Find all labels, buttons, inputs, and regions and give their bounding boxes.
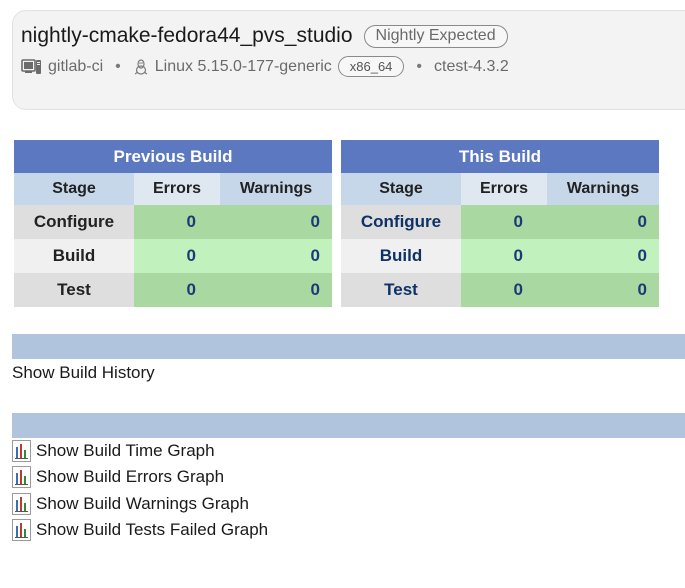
column-header-stage: Stage [14, 173, 134, 205]
column-header-warnings: Warnings [220, 173, 332, 205]
test-errors[interactable]: 0 [134, 273, 220, 307]
build-warnings[interactable]: 0 [220, 239, 332, 273]
column-header-warnings: Warnings [547, 173, 659, 205]
show-build-tests-failed-graph-link[interactable]: Show Build Tests Failed Graph [12, 519, 268, 541]
bar-chart-icon [12, 493, 31, 515]
previous-build-title: Previous Build [14, 140, 332, 173]
graph-link-label: Show Build Warnings Graph [36, 494, 249, 513]
build-errors[interactable]: 0 [461, 239, 547, 273]
bar-chart-icon [12, 519, 31, 541]
column-header-stage: Stage [341, 173, 461, 205]
this-build-title: This Build [341, 140, 659, 173]
this-build-table: This Build Stage Errors Warnings Configu… [341, 140, 659, 307]
test-warnings[interactable]: 0 [547, 273, 659, 307]
graph-link-label: Show Build Errors Graph [36, 467, 225, 486]
bar-chart-icon [12, 466, 31, 488]
configure-errors[interactable]: 0 [461, 205, 547, 239]
build-title-row: nightly-cmake-fedora44_pvs_studio Nightl… [21, 24, 508, 48]
configure-warnings[interactable]: 0 [220, 205, 332, 239]
test-errors[interactable]: 0 [461, 273, 547, 307]
site-name[interactable]: gitlab-ci [48, 58, 103, 76]
build-meta-row: gitlab-ci • Linux 5.15.0-177-generic x86… [21, 56, 509, 77]
stage-test-link[interactable]: Test [341, 273, 461, 307]
column-header-errors: Errors [461, 173, 547, 205]
show-build-errors-graph-link[interactable]: Show Build Errors Graph [12, 466, 224, 488]
previous-build-table: Previous Build Stage Errors Warnings Con… [14, 140, 332, 307]
history-section-bar [12, 334, 685, 359]
separator: • [115, 57, 121, 75]
arch-badge: x86_64 [337, 56, 405, 77]
bar-chart-icon [12, 440, 31, 462]
graph-link-label: Show Build Time Graph [36, 441, 215, 460]
table-row: Configure 0 0 [14, 205, 332, 239]
ctest-version: ctest-4.3.2 [434, 57, 509, 75]
show-build-time-graph-link[interactable]: Show Build Time Graph [12, 440, 215, 462]
separator: • [416, 57, 423, 75]
stage-configure: Configure [14, 205, 134, 239]
stage-configure-link[interactable]: Configure [341, 205, 461, 239]
table-row: Build 0 0 [14, 239, 332, 273]
table-row: Test 0 0 [14, 273, 332, 307]
show-build-warnings-graph-link[interactable]: Show Build Warnings Graph [12, 493, 249, 515]
graphs-section-bar [12, 413, 685, 438]
graph-link-label: Show Build Tests Failed Graph [36, 520, 269, 539]
os-name: Linux 5.15.0-177-generic [154, 57, 332, 75]
table-row: Build 0 0 [341, 239, 659, 273]
test-warnings[interactable]: 0 [220, 273, 332, 307]
stage-build: Build [14, 239, 134, 273]
build-group-badge: Nightly Expected [363, 24, 508, 48]
table-row: Test 0 0 [341, 273, 659, 307]
configure-warnings[interactable]: 0 [547, 205, 659, 239]
build-name[interactable]: nightly-cmake-fedora44_pvs_studio [21, 24, 353, 48]
column-header-errors: Errors [134, 173, 220, 205]
build-errors[interactable]: 0 [134, 239, 220, 273]
stage-build-link[interactable]: Build [341, 239, 461, 273]
server-icon [21, 58, 42, 75]
show-build-history-label: Show Build History [12, 363, 155, 382]
configure-errors[interactable]: 0 [134, 205, 220, 239]
linux-penguin-icon [133, 58, 149, 75]
stage-test: Test [14, 273, 134, 307]
table-row: Configure 0 0 [341, 205, 659, 239]
build-warnings[interactable]: 0 [547, 239, 659, 273]
show-build-history-link[interactable]: Show Build History [12, 363, 155, 383]
